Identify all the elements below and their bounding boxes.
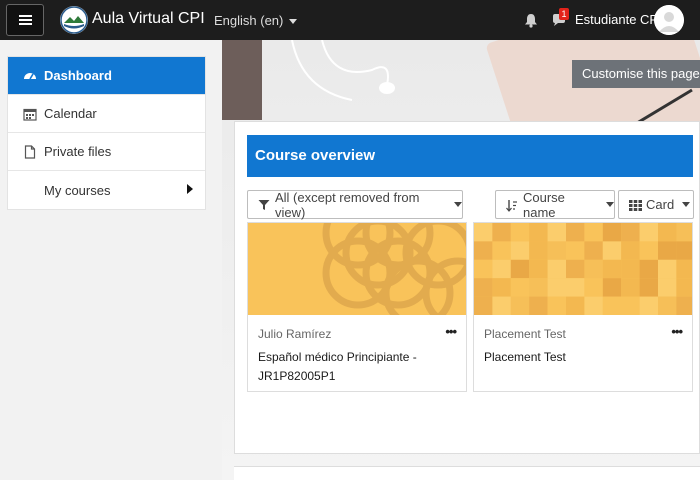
- sort-label: Course name: [523, 189, 565, 220]
- sidebar-item-dashboard[interactable]: Dashboard: [8, 57, 205, 95]
- bell-icon[interactable]: [524, 13, 538, 28]
- sidebar-item-my-courses[interactable]: My courses: [8, 171, 205, 209]
- more-options-icon[interactable]: •••: [445, 324, 457, 339]
- hamburger-icon: [18, 15, 32, 25]
- sort-dropdown[interactable]: Course name: [495, 189, 615, 220]
- view-dropdown[interactable]: Card: [618, 190, 694, 219]
- chevron-right-icon: [187, 184, 193, 194]
- sidebar-item-private-files[interactable]: Private files: [8, 133, 205, 171]
- dashboard-icon: [23, 69, 37, 83]
- caret-down-icon: [682, 202, 691, 207]
- site-logo[interactable]: [60, 6, 88, 34]
- top-navbar: Aula Virtual CPI English (en) 1 Estudian…: [0, 0, 700, 40]
- sidebar-item-label: My courses: [44, 182, 111, 198]
- user-avatar[interactable]: [654, 5, 684, 35]
- notification-badge: 1: [559, 8, 569, 20]
- sidebar-nav: Dashboard Calendar Private files My cour…: [7, 56, 206, 210]
- sidebar-item-label: Dashboard: [44, 68, 112, 83]
- course-category: Julio Ramírez: [258, 327, 332, 341]
- language-menu[interactable]: English (en): [214, 13, 298, 28]
- background-earphones: [291, 40, 395, 101]
- background-object: [222, 40, 262, 120]
- course-image[interactable]: [474, 223, 692, 315]
- grouping-filter-dropdown[interactable]: All (except removed from view): [247, 189, 463, 220]
- sidebar-item-label: Calendar: [44, 106, 97, 121]
- grouping-filter-label: All (except removed from view): [275, 189, 420, 220]
- course-card[interactable]: Placement Test ••• Placement Test: [473, 222, 693, 392]
- course-name-link[interactable]: Placement Test: [484, 348, 684, 367]
- calendar-icon: [23, 107, 37, 121]
- language-label: English (en): [214, 13, 284, 28]
- course-category: Placement Test: [484, 327, 566, 341]
- site-name-link[interactable]: Aula Virtual CPI: [92, 10, 205, 28]
- view-label: Card: [646, 197, 675, 212]
- file-icon: [23, 144, 37, 159]
- next-block: [234, 466, 700, 480]
- sort-alpha-icon: [506, 199, 518, 212]
- caret-down-icon: [454, 202, 462, 207]
- more-options-icon[interactable]: •••: [671, 324, 683, 339]
- caret-down-icon: [606, 202, 614, 207]
- menu-toggle-button[interactable]: [6, 4, 44, 36]
- sidebar-item-calendar[interactable]: Calendar: [8, 95, 205, 133]
- course-overview-title: Course overview: [247, 135, 693, 177]
- customise-page-button[interactable]: Customise this page: [572, 60, 700, 88]
- user-name[interactable]: Estudiante CPI: [575, 12, 662, 27]
- course-name-link[interactable]: Español médico Principiante -JR1P82005P1: [258, 348, 458, 386]
- sidebar: Dashboard Calendar Private files My cour…: [0, 40, 222, 480]
- caret-down-icon: [289, 19, 298, 25]
- grid-icon: [629, 199, 642, 211]
- course-image[interactable]: [248, 223, 466, 315]
- course-card[interactable]: Julio Ramírez ••• Español médico Princip…: [247, 222, 467, 392]
- filter-icon: [258, 199, 270, 211]
- sidebar-item-label: Private files: [44, 144, 112, 159]
